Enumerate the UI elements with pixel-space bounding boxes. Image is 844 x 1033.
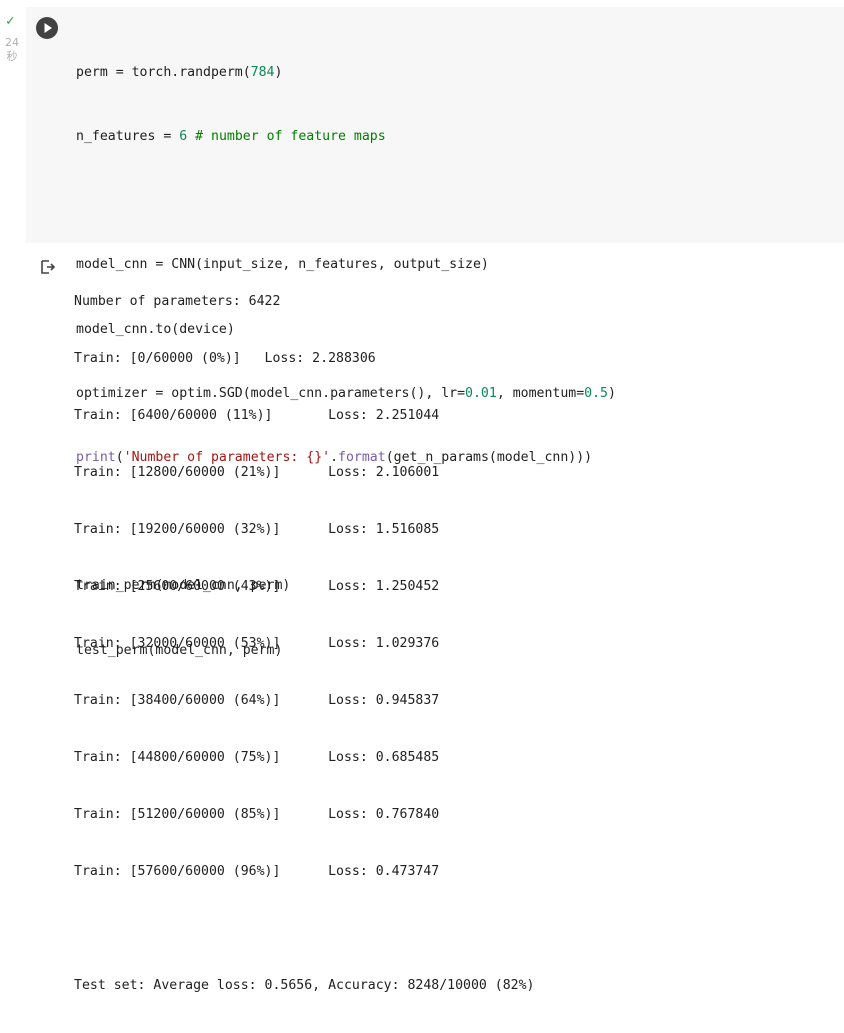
code-token: n_features = 6 # number of feature maps bbox=[76, 129, 386, 145]
play-icon bbox=[44, 23, 52, 33]
code-line bbox=[76, 190, 616, 211]
cell-output: Number of parameters: 6422 Train: [0/600… bbox=[0, 250, 844, 993]
output-arrow-icon[interactable] bbox=[39, 258, 57, 276]
output-line: Test set: Average loss: 0.5656, Accuracy… bbox=[74, 978, 535, 993]
code-line: perm = torch.randperm(784) bbox=[76, 62, 616, 83]
code-cell[interactable]: perm = torch.randperm(784) n_features = … bbox=[26, 7, 844, 658]
output-line: Train: [32000/60000 (53%)] Loss: 1.02937… bbox=[74, 636, 440, 651]
execution-time: 24 秒 bbox=[3, 36, 21, 64]
output-line: Train: [0/60000 (0%)] Loss: 2.288306 bbox=[74, 351, 376, 366]
output-line: Number of parameters: 6422 bbox=[74, 294, 281, 309]
output-line: Train: [6400/60000 (11%)] Loss: 2.251044 bbox=[74, 408, 440, 423]
output-line: Train: [38400/60000 (64%)] Loss: 0.94583… bbox=[74, 693, 440, 708]
output-line: Train: [19200/60000 (32%)] Loss: 1.51608… bbox=[74, 522, 440, 537]
run-cell-button[interactable] bbox=[36, 17, 58, 39]
execution-time-value: 24 bbox=[5, 36, 19, 49]
code-token: perm = torch.randperm(784) bbox=[76, 64, 283, 80]
check-icon: ✓ bbox=[6, 13, 15, 29]
output-line: Train: [57600/60000 (96%)] Loss: 0.47374… bbox=[74, 864, 440, 879]
output-line: Train: [12800/60000 (21%)] Loss: 2.10600… bbox=[74, 465, 440, 480]
output-text: Number of parameters: 6422 Train: [0/600… bbox=[74, 254, 535, 1033]
output-line: Train: [44800/60000 (75%)] Loss: 0.68548… bbox=[74, 750, 440, 765]
code-line: n_features = 6 # number of feature maps bbox=[76, 126, 616, 147]
execution-time-unit: 秒 bbox=[6, 50, 18, 63]
output-line: Train: [25600/60000 (43%)] Loss: 1.25045… bbox=[74, 579, 440, 594]
output-line: Train: [51200/60000 (85%)] Loss: 0.76784… bbox=[74, 807, 440, 822]
